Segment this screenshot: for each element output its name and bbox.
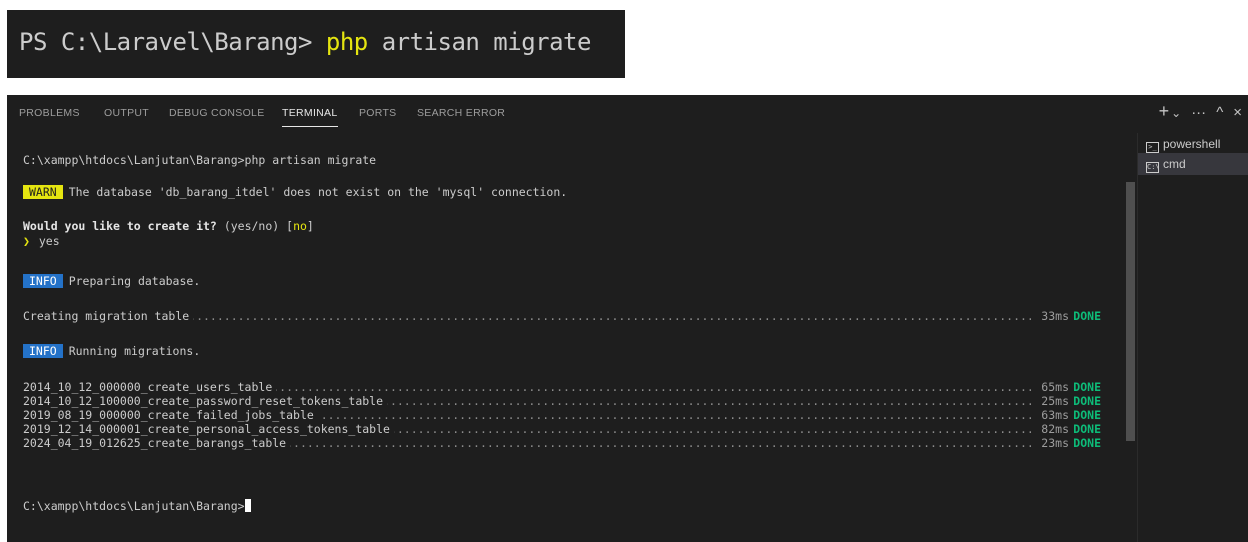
question-close: ] — [306, 219, 314, 233]
migration-status: DONE — [1073, 408, 1101, 422]
warn-line: WARN The database 'db_barang_itdel' does … — [23, 185, 567, 199]
tab-terminal[interactable]: TERMINAL — [282, 107, 338, 127]
terminal-item-label: cmd — [1163, 157, 1186, 171]
warn-text: The database 'db_barang_itdel' does not … — [68, 185, 568, 199]
terminal-output[interactable]: C:\xampp\htdocs\Lanjutan\Barang>php arti… — [7, 133, 1122, 542]
panel-tabs: PROBLEMS OUTPUT DEBUG CONSOLE TERMINAL P… — [7, 95, 1128, 133]
panel-actions: + ⌄ ··· ^ × — [1149, 101, 1242, 125]
migration-status: DONE — [1073, 422, 1101, 436]
migration-row: ........................................… — [23, 436, 1101, 450]
ps-args: artisan migrate — [381, 28, 592, 56]
terminal-item-cmd[interactable]: C:\ cmd — [1138, 153, 1248, 175]
final-prompt: C:\xampp\htdocs\Lanjutan\Barang> — [23, 499, 245, 513]
migration-time: 25ms — [1037, 394, 1069, 408]
tab-debug-console[interactable]: DEBUG CONSOLE — [169, 107, 265, 119]
migration-time: 63ms — [1037, 408, 1069, 422]
terminal-scrollbar[interactable] — [1126, 182, 1135, 441]
migration-status: DONE — [1073, 436, 1101, 450]
maximize-panel-button[interactable]: ^ — [1216, 104, 1223, 121]
new-terminal-button[interactable]: + — [1159, 101, 1170, 122]
migration-row: ........................................… — [23, 380, 1101, 394]
tab-search-error[interactable]: SEARCH ERROR — [417, 107, 505, 119]
info-line-1: INFO Preparing database. — [23, 274, 200, 288]
prompt-arrow-icon: ❯ — [23, 234, 30, 248]
row-label: Creating migration table — [23, 309, 194, 323]
tab-problems[interactable]: PROBLEMS — [19, 107, 80, 119]
migration-name: 2024_04_19_012625_create_barangs_table — [23, 436, 291, 450]
migration-name: 2014_10_12_100000_create_password_reset_… — [23, 394, 388, 408]
question-default: no — [293, 219, 307, 233]
ps-command: php — [325, 28, 368, 56]
question-text: Would you like to create it? — [23, 219, 217, 233]
final-prompt-line: C:\xampp\htdocs\Lanjutan\Barang> — [23, 499, 251, 513]
row-status: DONE — [1073, 309, 1101, 323]
tab-output[interactable]: OUTPUT — [104, 107, 149, 119]
row-time: 33ms — [1037, 309, 1069, 323]
migration-name: 2019_12_14_000001_create_personal_access… — [23, 422, 394, 436]
migration-time: 65ms — [1037, 380, 1069, 394]
info-text: Running migrations. — [68, 344, 201, 358]
migration-row: ........................................… — [23, 394, 1101, 408]
ps-prompt: PS C:\Laravel\Barang> — [19, 28, 312, 56]
info-badge: INFO — [23, 344, 63, 358]
powershell-command-line: PS C:\Laravel\Barang> php artisan migrat… — [19, 28, 591, 56]
migration-status: DONE — [1073, 394, 1101, 408]
info-line-2: INFO Running migrations. — [23, 344, 200, 358]
cmd-icon: C:\ — [1146, 162, 1160, 173]
migration-row: ........................................… — [23, 408, 1101, 422]
migration-time: 82ms — [1037, 422, 1069, 436]
migration-time: 23ms — [1037, 436, 1069, 450]
terminal-item-powershell[interactable]: >_ powershell — [1138, 133, 1248, 155]
migration-name: 2014_10_12_000000_create_users_table — [23, 380, 277, 394]
powershell-snippet: PS C:\Laravel\Barang> php artisan migrat… — [7, 10, 625, 78]
question-options: (yes/no) [ — [223, 219, 294, 233]
chevron-down-icon[interactable]: ⌄ — [1171, 106, 1181, 120]
question-line: Would you like to create it? (yes/no) [n… — [23, 219, 314, 233]
migration-row: ........................................… — [23, 422, 1101, 436]
tab-ports[interactable]: PORTS — [359, 107, 396, 119]
info-badge: INFO — [23, 274, 63, 288]
text-cursor — [244, 499, 251, 512]
close-panel-button[interactable]: × — [1233, 104, 1242, 121]
command-line: C:\xampp\htdocs\Lanjutan\Barang>php arti… — [23, 153, 377, 167]
info-text: Preparing database. — [68, 274, 201, 288]
migration-status: DONE — [1073, 380, 1101, 394]
migration-name: 2019_08_19_000000_create_failed_jobs_tab… — [23, 408, 318, 422]
powershell-icon: >_ — [1146, 142, 1159, 153]
answer-line: ❯ yes — [23, 234, 60, 248]
terminal-list: >_ powershell C:\ cmd — [1137, 133, 1248, 542]
warn-badge: WARN — [23, 185, 63, 199]
more-actions-icon[interactable]: ··· — [1191, 104, 1206, 121]
terminal-panel: PROBLEMS OUTPUT DEBUG CONSOLE TERMINAL P… — [7, 95, 1248, 542]
creating-migration-table-row: ........................................… — [23, 309, 1101, 323]
terminal-item-label: powershell — [1163, 137, 1221, 151]
answer-text: yes — [38, 234, 60, 248]
